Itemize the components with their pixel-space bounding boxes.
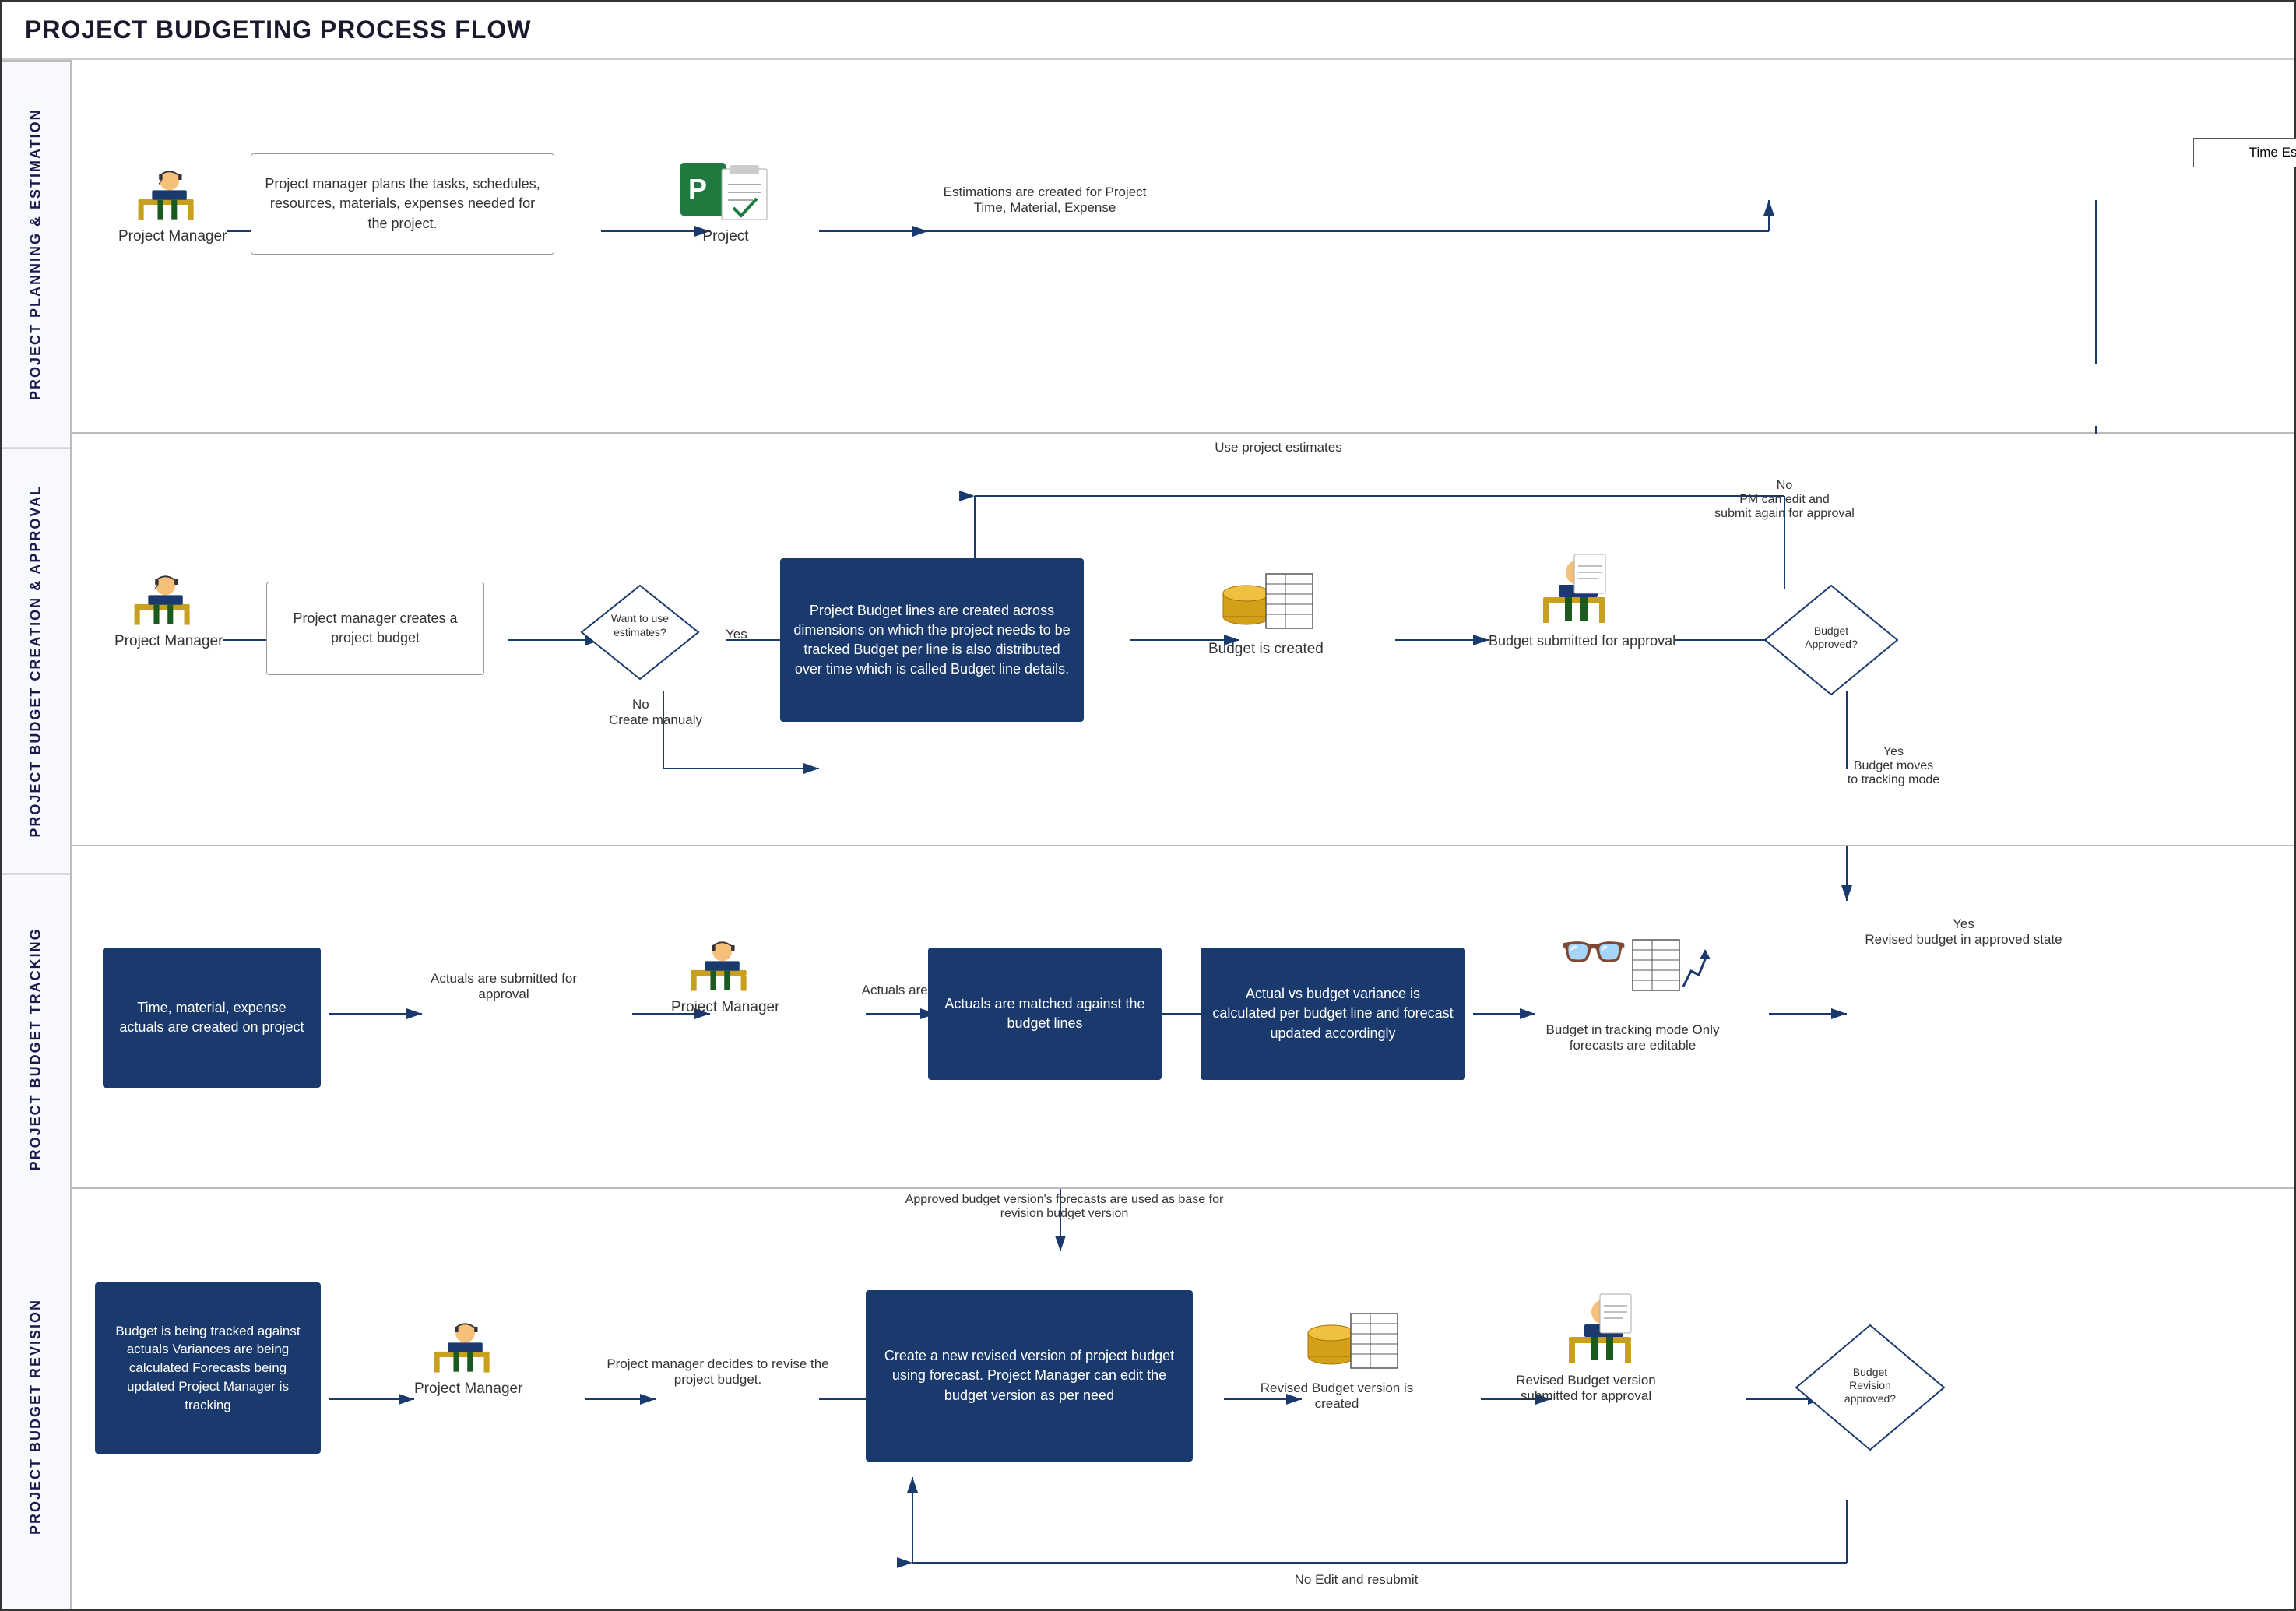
lane3-tracking-icon: 👓 Budget in tracking mod (1535, 916, 1730, 1053)
lane2-step1: Project manager creates a project budget (266, 582, 484, 675)
lane4-step1: Budget is being tracked against actuals … (95, 1282, 321, 1454)
lane-1: Project Manager Project manager plans th… (72, 60, 2294, 434)
lanes-content: Project Manager Project manager plans th… (72, 60, 2294, 1609)
lane-4: Approved budget version's forecasts are … (72, 1189, 2294, 1609)
lane3-arrows (72, 846, 2294, 1187)
page-title: PROJECT BUDGETING PROCESS FLOW (2, 2, 2294, 60)
lane2-no-create-label: Create manualy (609, 712, 702, 728)
lane2-yes-label: Yes (726, 627, 747, 642)
lane4-flow: Approved budget version's forecasts are … (72, 1189, 2294, 1609)
lane1-actor-label: Project Manager (118, 228, 227, 245)
lane4-create-revised: Create a new revised version of project … (866, 1290, 1193, 1462)
lane3-actor: Project Manager (671, 932, 779, 1016)
lane3-step1: Time, material, expense actuals are crea… (103, 948, 321, 1088)
lane4-no-edit-label: No Edit and resubmit (1239, 1572, 1473, 1588)
lane3-yes-revised-label: Yes Revised budget in approved state (1855, 916, 2073, 948)
lane3-variance: Actual vs budget variance is calculated … (1201, 948, 1465, 1080)
lane4-diamond: Budget Revision approved? (1792, 1321, 1948, 1454)
lane2-submitted-label: Budget submitted for approval (1489, 633, 1675, 649)
svg-text:Budget: Budget (1853, 1366, 1887, 1378)
lane2-budget-created: Budget is created (1208, 558, 1324, 658)
svg-text:estimates?: estimates? (614, 626, 666, 638)
svg-text:Approved?: Approved? (1805, 638, 1858, 650)
lane2-actor: Project Manager (114, 566, 223, 650)
lane2-budget-lines: Project Budget lines are created across … (780, 558, 1084, 722)
lane1-step1: Project manager plans the tasks, schedul… (251, 153, 554, 255)
lane-2: Use project estimates (72, 434, 2294, 846)
lane1-arrow-label: Estimations are created for Project Time… (928, 185, 1162, 216)
svg-text:Want to use: Want to use (611, 612, 669, 624)
estimate-time: Time Estimates (2193, 138, 2296, 167)
lane-label-4: PROJECT BUDGET REVISION (2, 1223, 70, 1609)
lane3-actor-label: Project Manager (671, 999, 779, 1016)
svg-text:Revision: Revision (1849, 1379, 1891, 1391)
lane3-tracking-label: Budget in tracking mode Only forecasts a… (1535, 1022, 1730, 1053)
lane-label-2: PROJECT BUDGET CREATION & APPROVAL (2, 448, 70, 873)
lane2-yes-tracking-label: Yes Budget moves to tracking mode (1784, 745, 2002, 787)
lane4-revised-created: Revised Budget version is created (1286, 1298, 1415, 1412)
lane4-revised-submitted: Revised Budget version submitted for app… (1535, 1290, 1679, 1404)
lane2-diamond2: Budget Approved? (1761, 582, 1901, 698)
lane1-flow: Project Manager Project manager plans th… (72, 60, 2294, 432)
lane2-budget-created-label: Budget is created (1208, 641, 1324, 658)
svg-text:👓: 👓 (1559, 921, 1629, 983)
lane4-submitted-label: Revised Budget version submitted for app… (1493, 1373, 1679, 1404)
lane1-actor: Project Manager (118, 161, 227, 245)
lane3-matched: Actuals are matched against the budget l… (928, 948, 1162, 1080)
content-area: PROJECT PLANNING & ESTIMATION PROJECT BU… (2, 60, 2294, 1609)
lane1-actor-icon (130, 161, 216, 223)
lane1-project-label: Project (702, 228, 748, 245)
lane-label-1: PROJECT PLANNING & ESTIMATION (2, 60, 70, 448)
lane1-project-icon: P Project (679, 161, 772, 245)
lane3-submitted-label: Actuals are submitted for approval (406, 971, 601, 1002)
lane4-actor-label: Project Manager (414, 1381, 522, 1398)
svg-text:Budget: Budget (1814, 624, 1848, 637)
lane4-decides-label: Project manager decides to revise the pr… (601, 1356, 835, 1388)
lane2-diamond1: Want to use estimates? (578, 582, 702, 683)
lane2-actor-icon (126, 566, 212, 628)
lane2-flow: Use project estimates (72, 434, 2294, 845)
lane2-budget-submitted: Budget submitted for approval (1489, 550, 1675, 649)
lane-labels: PROJECT PLANNING & ESTIMATION PROJECT BU… (2, 60, 72, 1609)
lane4-actor: Project Manager (414, 1314, 522, 1398)
lane4-revised-created-label: Revised Budget version is created (1259, 1381, 1415, 1412)
svg-text:approved?: approved? (1844, 1392, 1896, 1405)
lane2-use-estimates-label: Use project estimates (1123, 440, 1434, 456)
lane4-forecasts-label: Approved budget version's forecasts are … (889, 1193, 1239, 1221)
lane2-no-edit-label: No PM can edit and submit again for appr… (1691, 479, 1878, 521)
main-container: PROJECT BUDGETING PROCESS FLOW PROJECT P… (0, 0, 2296, 1611)
lane-label-3: PROJECT BUDGET TRACKING (2, 873, 70, 1223)
lane2-actor-label: Project Manager (114, 633, 223, 650)
lane3-flow: Time, material, expense actuals are crea… (72, 846, 2294, 1187)
svg-text:P: P (688, 173, 707, 205)
lane2-no-label1: No (632, 697, 649, 712)
lane-3: Time, material, expense actuals are crea… (72, 846, 2294, 1189)
